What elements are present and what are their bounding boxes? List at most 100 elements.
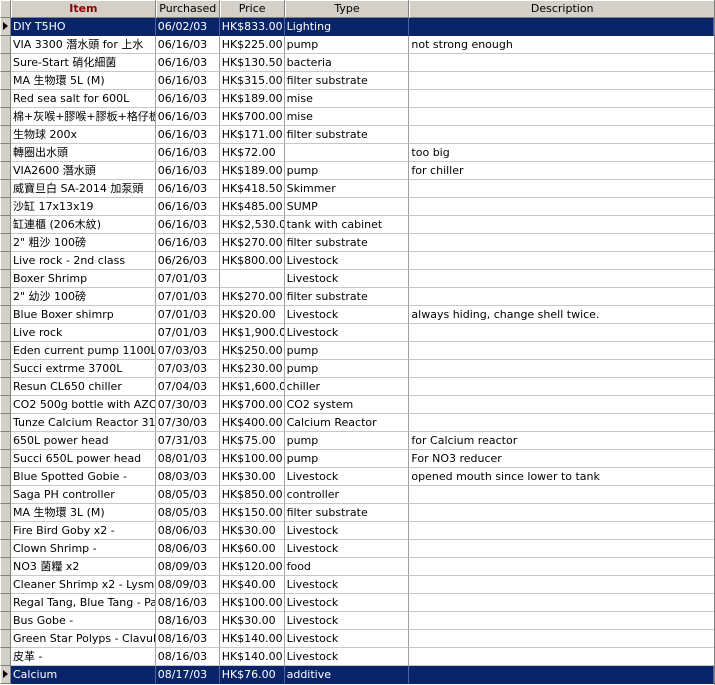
cell-item[interactable]: Red sea salt for 600L	[10, 90, 156, 108]
cell-price[interactable]: HK$150.00	[219, 504, 285, 522]
table-row[interactable]: Saga PH controller 08/05/03 HK$850.00 contr…	[0, 486, 714, 504]
cell-type[interactable]: chiller	[284, 378, 410, 396]
cell-description[interactable]	[409, 378, 714, 396]
row-selector[interactable]	[0, 90, 11, 108]
table-row[interactable]: Tunze Calcium Reactor 3174/07/30/03HK$40…	[0, 414, 714, 432]
cell-item[interactable]: MA 生物環 5L (M)	[10, 72, 156, 90]
cell-type[interactable]: additive	[284, 666, 410, 684]
table-row[interactable]: CO2 500g bottle with AZOO c07/30/03HK$70…	[0, 396, 714, 414]
table-row[interactable]: Bus Gobe -08/16/03 HK$30.00 Livestock	[0, 612, 714, 630]
cell-purchased[interactable]: 06/16/03	[155, 198, 220, 216]
cell-type[interactable]: controller	[284, 486, 410, 504]
cell-price[interactable]: HK$1,600.00	[219, 378, 285, 396]
row-selector[interactable]	[0, 36, 11, 54]
cell-price[interactable]: HK$30.00	[219, 612, 285, 630]
cell-purchased[interactable]: 07/01/03	[155, 288, 220, 306]
column-header-purchased[interactable]: Purchased	[155, 0, 220, 18]
cell-description[interactable]: opened mouth since lower to tank	[409, 468, 714, 486]
cell-price[interactable]: HK$189.00	[219, 162, 285, 180]
cell-type[interactable]: Livestock	[284, 324, 410, 342]
cell-description[interactable]	[409, 54, 714, 72]
row-selector[interactable]	[0, 198, 11, 216]
cell-type[interactable]: pump	[284, 450, 410, 468]
cell-description[interactable]: not strong enough	[409, 36, 714, 54]
cell-price[interactable]: HK$800.00	[219, 252, 285, 270]
cell-type[interactable]: Livestock	[284, 576, 410, 594]
table-row[interactable]: 2" 粗沙 100磅 06/16/03 HK$270.00 filter substr…	[0, 234, 714, 252]
cell-purchased[interactable]: 08/03/03	[155, 468, 220, 486]
header-selector-corner[interactable]	[0, 0, 11, 18]
cell-price[interactable]: HK$100.00	[219, 594, 285, 612]
cell-description[interactable]	[409, 216, 714, 234]
row-selector[interactable]	[0, 126, 11, 144]
cell-description[interactable]	[409, 90, 714, 108]
table-row[interactable]: Regal Tang, Blue Tang - Parac08/16/03HK$…	[0, 594, 714, 612]
cell-description[interactable]	[409, 648, 714, 666]
row-selector[interactable]	[0, 414, 11, 432]
cell-item[interactable]: Tunze Calcium Reactor 3174/	[10, 414, 156, 432]
table-row[interactable]: 生物球 200x 06/16/03 HK$171.00 filter substrat…	[0, 126, 714, 144]
cell-description[interactable]	[409, 594, 714, 612]
table-row[interactable]: Live rock07/01/03HK$1,900.00Livestock	[0, 324, 714, 342]
cell-description[interactable]	[409, 252, 714, 270]
cell-item[interactable]: 2" 幼沙 100磅	[10, 288, 156, 306]
table-row[interactable]: MA 生物環 3L (M) 08/05/03 HK$150.00 filter sub…	[0, 504, 714, 522]
cell-description[interactable]: for chiller	[409, 162, 714, 180]
cell-description[interactable]	[409, 342, 714, 360]
table-row[interactable]: 轉圈出水頭 06/16/03 HK$72.00 too big	[0, 144, 714, 162]
column-header-type[interactable]: Type	[284, 0, 410, 18]
cell-item[interactable]: CO2 500g bottle with AZOO c	[10, 396, 156, 414]
row-selector[interactable]	[0, 54, 11, 72]
cell-item[interactable]: NO3 菌糧 x2	[10, 558, 156, 576]
row-selector[interactable]	[0, 216, 11, 234]
cell-purchased[interactable]: 07/31/03	[155, 432, 220, 450]
cell-purchased[interactable]: 07/30/03	[155, 414, 220, 432]
table-row[interactable]: Blue Boxer shimrp 07/01/03 HK$20.00 Livesto…	[0, 306, 714, 324]
cell-purchased[interactable]: 06/16/03	[155, 108, 220, 126]
cell-item[interactable]: VIA 3300 潛水頭 for 上水	[10, 36, 156, 54]
cell-type[interactable]: Lighting	[284, 18, 410, 36]
cell-type[interactable]: filter substrate	[284, 288, 410, 306]
cell-description[interactable]	[409, 360, 714, 378]
cell-item[interactable]: Blue Spotted Gobie -	[10, 468, 156, 486]
cell-type[interactable]: filter substrate	[284, 504, 410, 522]
cell-purchased[interactable]: 08/16/03	[155, 648, 220, 666]
cell-description[interactable]	[409, 270, 714, 288]
row-selector[interactable]	[0, 594, 11, 612]
cell-description[interactable]	[409, 18, 714, 36]
cell-description[interactable]	[409, 108, 714, 126]
cell-purchased[interactable]: 08/16/03	[155, 612, 220, 630]
cell-price[interactable]: HK$250.00	[219, 342, 285, 360]
table-row[interactable]: Succi 650L power head 08/01/03 HK$100.00 pu…	[0, 450, 714, 468]
row-selector[interactable]	[0, 108, 11, 126]
cell-item[interactable]: Calcium	[10, 666, 156, 684]
cell-description[interactable]	[409, 522, 714, 540]
cell-purchased[interactable]: 07/01/03	[155, 306, 220, 324]
cell-item[interactable]: Live rock	[10, 324, 156, 342]
cell-purchased[interactable]: 07/04/03	[155, 378, 220, 396]
cell-purchased[interactable]: 08/17/03	[155, 666, 220, 684]
cell-type[interactable]: filter substrate	[284, 72, 410, 90]
row-selector[interactable]	[0, 450, 11, 468]
cell-type[interactable]: pump	[284, 342, 410, 360]
cell-description[interactable]	[409, 72, 714, 90]
cell-type[interactable]: pump	[284, 432, 410, 450]
cell-item[interactable]: Cleaner Shrimp x2 - Lysmata a	[10, 576, 156, 594]
column-header-item[interactable]: Item	[10, 0, 156, 18]
cell-type[interactable]: pump	[284, 162, 410, 180]
cell-price[interactable]: HK$418.50	[219, 180, 285, 198]
table-row[interactable]: 棉+灰喉+膠喉+膠板+格仔板 06/16/03 HK$700.00 mise	[0, 108, 714, 126]
cell-description[interactable]	[409, 288, 714, 306]
cell-description[interactable]	[409, 612, 714, 630]
cell-price[interactable]: HK$2,530.00	[219, 216, 285, 234]
cell-item[interactable]: 650L power head	[10, 432, 156, 450]
cell-description[interactable]	[409, 180, 714, 198]
column-header-price[interactable]: Price	[219, 0, 285, 18]
cell-item[interactable]: 沙缸 17x13x19	[10, 198, 156, 216]
cell-purchased[interactable]: 06/16/03	[155, 144, 220, 162]
cell-purchased[interactable]: 06/16/03	[155, 90, 220, 108]
cell-type[interactable]: SUMP	[284, 198, 410, 216]
cell-description[interactable]	[409, 666, 714, 684]
row-selector[interactable]	[0, 288, 11, 306]
cell-item[interactable]: Bus Gobe -	[10, 612, 156, 630]
